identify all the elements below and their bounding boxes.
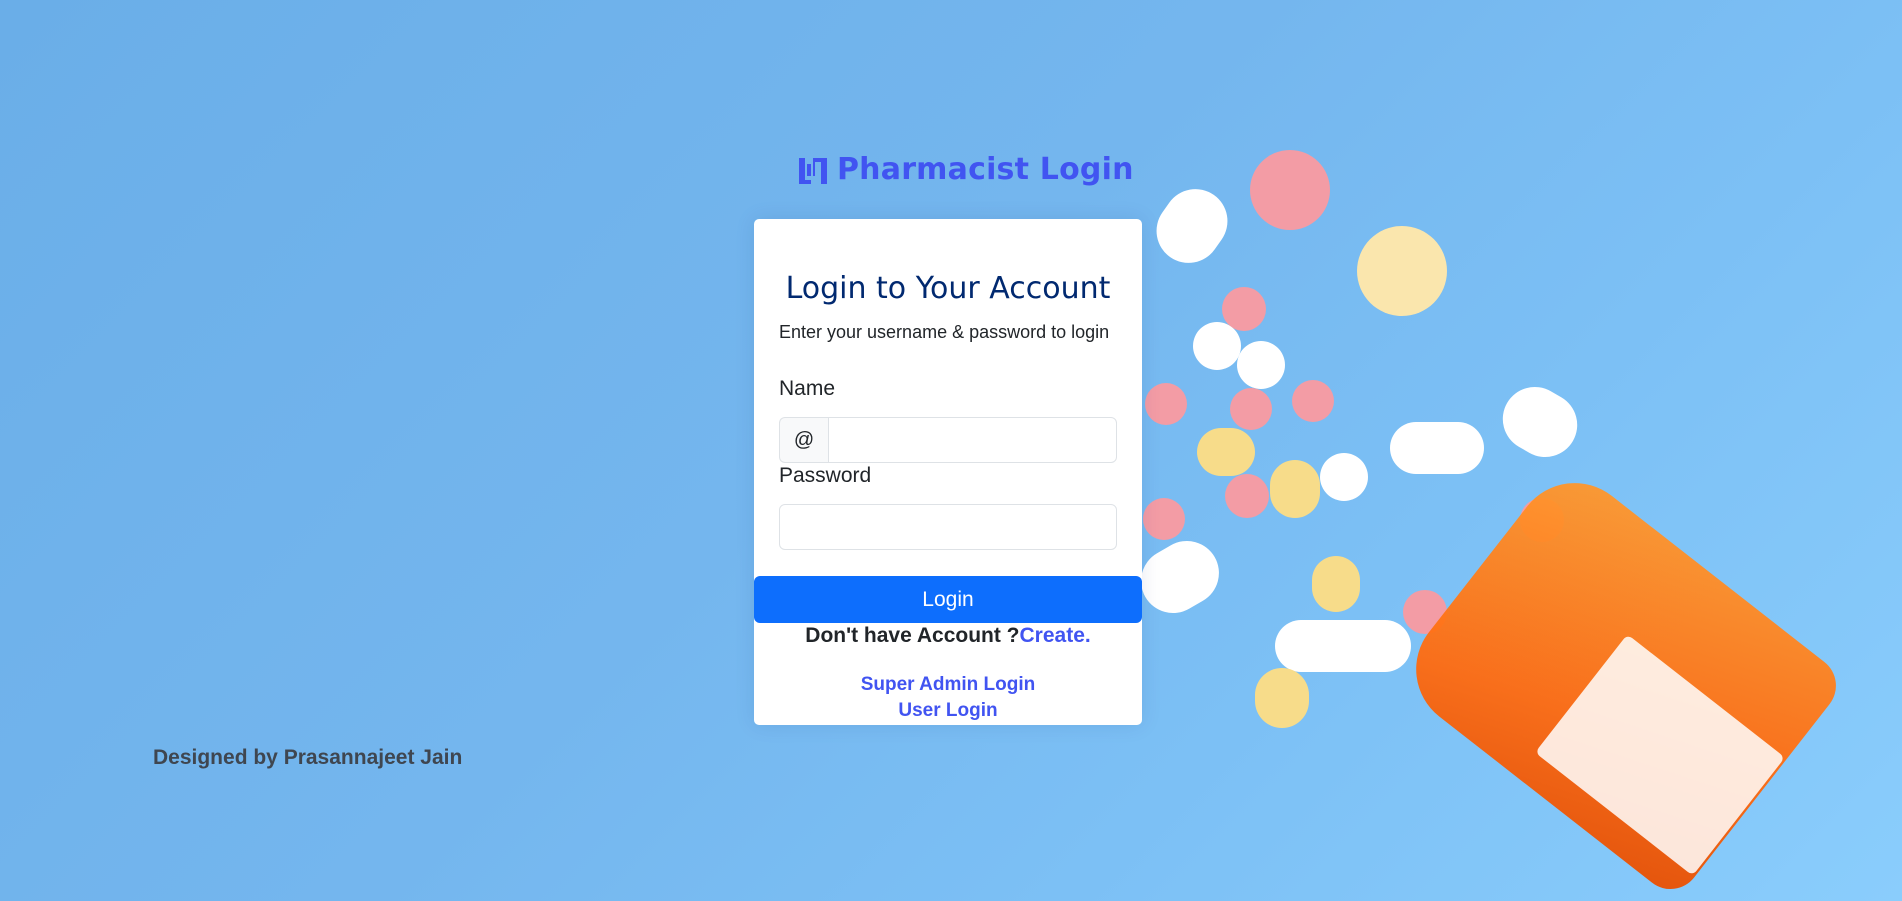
page-title: Pharmacist Login [837,152,1134,187]
card-title: Login to Your Account [785,271,1111,306]
brand: Pharmacist Login [797,152,1134,187]
name-label: Name [779,377,836,400]
logo-icon [799,157,827,184]
background: Pharmacist Login Login to Your Account E… [0,0,1902,901]
decor-pill [1225,474,1269,518]
decor-pill [1292,380,1334,422]
decor-pill [1143,176,1241,276]
user-login-link[interactable]: User Login [754,700,1142,722]
name-input-group: @ [779,417,1117,463]
login-card: Login to Your Account Enter your usernam… [754,219,1142,725]
decor-pill [1255,668,1309,728]
designer-credit: Designed by Prasannajeet Jain [153,746,463,769]
password-input[interactable] [779,504,1117,550]
decor-pill [1197,428,1255,476]
card-subtitle: Enter your username & password to login [779,322,1110,342]
decor-pill [1143,498,1185,540]
decor-pill [1193,322,1241,370]
decor-pill [1357,226,1447,316]
decor-pill [1250,150,1330,230]
at-sign-prefix: @ [779,417,828,463]
decor-pill [1129,529,1231,625]
signup-prompt: Don't have Account ?Create. [754,624,1142,648]
decor-pill [1312,556,1360,612]
decor-pill [1320,453,1368,501]
create-account-link[interactable]: Create. [1020,624,1091,647]
name-input[interactable] [828,417,1117,463]
login-button[interactable]: Login [754,576,1142,623]
decor-pill [1145,383,1187,425]
decor-pill [1270,460,1320,518]
decor-pill [1230,388,1272,430]
signup-prompt-text: Don't have Account ? [805,624,1020,647]
password-label: Password [779,464,872,487]
decor-pill [1275,620,1411,672]
decor-pill [1491,375,1589,469]
decor-pill [1237,341,1285,389]
super-admin-login-link[interactable]: Super Admin Login [754,674,1142,696]
decor-pill [1390,422,1484,474]
